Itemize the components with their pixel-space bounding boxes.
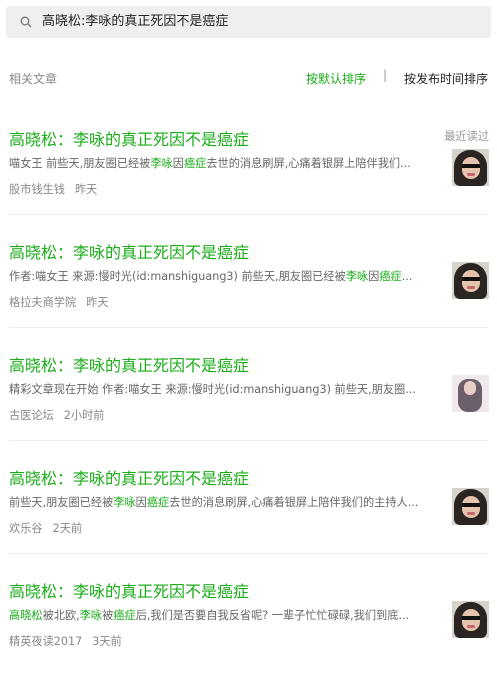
- divider: [9, 440, 488, 441]
- list-item[interactable]: 高晓松：李咏的真正死因不是癌症精彩文章现在开始 作者:喵女王 来源:慢时光(id…: [0, 352, 497, 465]
- snippet-text: 后,我们是否要自我反省呢? 一辈子忙忙碌碌,我们到底...: [135, 609, 410, 622]
- highlight-keyword: 李咏: [79, 609, 103, 622]
- snippet-text: 被北欧,: [42, 609, 80, 622]
- article-title[interactable]: 高晓松：李咏的真正死因不是癌症: [9, 578, 249, 602]
- article-title[interactable]: 高晓松：李咏的真正死因不是癌症: [9, 465, 249, 489]
- sort-by-time-button[interactable]: 按发布时间排序: [404, 70, 488, 87]
- portrait-thumbnail-icon[interactable]: [452, 375, 489, 412]
- portrait-thumbnail-icon[interactable]: [452, 262, 489, 299]
- article-meta: 欢乐谷 2天前: [9, 520, 82, 536]
- divider: [9, 214, 488, 215]
- article-title[interactable]: 高晓松：李咏的真正死因不是癌症: [9, 126, 249, 150]
- article-meta: 古医论坛 2小时前: [9, 407, 104, 423]
- source-name[interactable]: 精英夜读2017: [9, 635, 82, 648]
- recently-read-badge: 最近读过: [444, 130, 489, 143]
- snippet-text: 去世的消息刷屏,心痛着银屏上陪伴我们的主持人...: [169, 496, 419, 509]
- source-name[interactable]: 欢乐谷: [9, 522, 43, 535]
- search-icon: [20, 16, 32, 28]
- publish-time: 2天前: [52, 522, 83, 535]
- highlight-keyword: 高晓松: [9, 609, 43, 622]
- snippet-text: 因: [172, 157, 184, 170]
- divider: [9, 327, 488, 328]
- list-item[interactable]: 高晓松：李咏的真正死因不是癌症前些天,朋友圈已经被李咏因癌症去世的消息刷屏,心痛…: [0, 465, 497, 578]
- thumbnail-mouth: [467, 173, 475, 176]
- publish-time: 2小时前: [63, 409, 105, 422]
- snippet-text: 因: [135, 496, 147, 509]
- source-name[interactable]: 股市钱生钱: [9, 183, 65, 196]
- list-item[interactable]: 高晓松：李咏的真正死因不是癌症高晓松被北欧,李咏被癌症后,我们是否要自我反省呢?…: [0, 578, 497, 691]
- snippet-text: 喵女王 前些天,朋友圈已经被: [9, 157, 151, 170]
- thumbnail-mouth: [467, 625, 475, 628]
- list-item[interactable]: 高晓松：李咏的真正死因不是癌症 最近读过 喵女王 前些天,朋友圈已经被李咏因癌症去世…: [0, 126, 497, 239]
- portrait-thumbnail-icon[interactable]: [452, 601, 489, 638]
- snippet-text: 因: [368, 270, 380, 283]
- publish-time: 昨天: [74, 183, 98, 196]
- source-name[interactable]: 古医论坛: [9, 409, 54, 422]
- portrait-thumbnail-icon[interactable]: [452, 488, 489, 525]
- snippet-text: 去世的消息刷屏,心痛着银屏上陪伴我们...: [206, 157, 411, 170]
- divider: [9, 553, 488, 554]
- thumbnail-glass: [462, 503, 480, 507]
- search-bar[interactable]: 高晓松:李咏的真正死因不是癌症: [6, 6, 491, 38]
- publish-time: 3天前: [92, 635, 122, 648]
- highlight-keyword: 癌症: [113, 609, 136, 622]
- highlight-keyword: 癌症: [379, 270, 402, 283]
- article-snippet: 高晓松被北欧,李咏被癌症后,我们是否要自我反省呢? 一辈子忙忙碌碌,我们到底..…: [9, 607, 439, 623]
- source-name[interactable]: 格拉夫商学院: [9, 296, 76, 309]
- article-snippet: 作者:喵女王 来源:慢时光(id:manshiguang3) 前些天,朋友圈已经…: [9, 268, 439, 284]
- sort-default-button[interactable]: 按默认排序: [306, 70, 366, 87]
- thumbnail-face: [464, 381, 476, 395]
- thumbnail-glass: [462, 164, 480, 168]
- results-header: 相关文章 按默认排序 | 按发布时间排序: [0, 64, 497, 92]
- highlight-keyword: 癌症: [183, 157, 207, 170]
- snippet-text: 精彩文章现在开始 作者:喵女王 来源:慢时光(id:manshiguang3) …: [9, 383, 416, 396]
- thumbnail-glass: [462, 277, 480, 281]
- snippet-text: 前些天,朋友圈已经被: [9, 496, 114, 509]
- article-snippet: 前些天,朋友圈已经被李咏因癌症去世的消息刷屏,心痛着银屏上陪伴我们的主持人...: [9, 494, 439, 510]
- thumbnail-glass: [462, 616, 480, 620]
- article-snippet: 喵女王 前些天,朋友圈已经被李咏因癌症去世的消息刷屏,心痛着银屏上陪伴我们...: [9, 155, 439, 171]
- sort-separator: |: [383, 68, 388, 82]
- list-item[interactable]: 高晓松：李咏的真正死因不是癌症作者:喵女王 来源:慢时光(id:manshigu…: [0, 239, 497, 352]
- search-input[interactable]: 高晓松:李咏的真正死因不是癌症: [42, 6, 228, 38]
- thumbnail-mouth: [467, 512, 475, 515]
- article-snippet: 精彩文章现在开始 作者:喵女王 来源:慢时光(id:manshiguang3) …: [9, 381, 439, 397]
- publish-time: 昨天: [86, 296, 109, 309]
- article-meta: 格拉夫商学院 昨天: [9, 294, 109, 310]
- highlight-keyword: 癌症: [146, 496, 170, 509]
- snippet-text: ...: [401, 270, 413, 283]
- highlight-keyword: 李咏: [113, 496, 136, 509]
- portrait-thumbnail-icon[interactable]: [452, 149, 489, 186]
- section-label: 相关文章: [9, 72, 58, 86]
- highlight-keyword: 李咏: [345, 270, 369, 283]
- article-title[interactable]: 高晓松：李咏的真正死因不是癌症: [9, 352, 249, 376]
- snippet-text: 作者:喵女王 来源:慢时光(id:manshiguang3) 前些天,朋友圈已经…: [9, 270, 346, 283]
- article-meta: 股市钱生钱 昨天: [9, 181, 97, 197]
- article-meta: 精英夜读2017 3天前: [9, 633, 122, 649]
- thumbnail-mouth: [467, 286, 475, 289]
- article-title[interactable]: 高晓松：李咏的真正死因不是癌症: [9, 239, 249, 263]
- highlight-keyword: 李咏: [150, 157, 173, 170]
- snippet-text: 被: [102, 609, 114, 622]
